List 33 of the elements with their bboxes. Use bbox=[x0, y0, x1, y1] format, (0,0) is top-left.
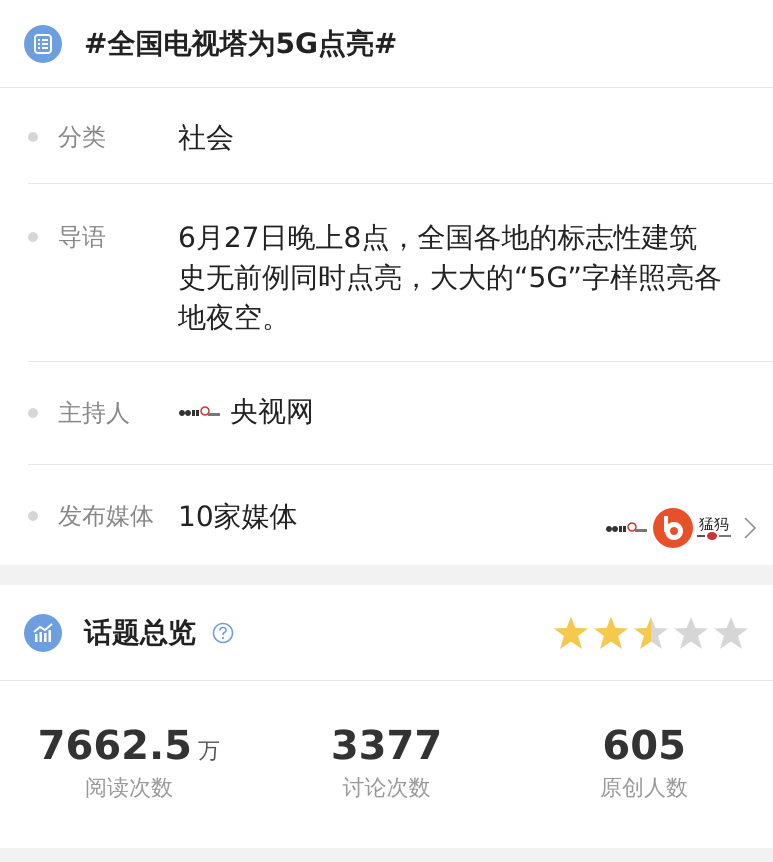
star-icon bbox=[553, 616, 589, 650]
star-icon bbox=[713, 616, 749, 650]
chart-icon bbox=[24, 614, 62, 652]
logo-text: 猛犸 bbox=[699, 516, 729, 532]
help-icon[interactable] bbox=[212, 622, 234, 644]
star-icon bbox=[593, 616, 629, 650]
topic-title: #全国电视塔为5G点亮# bbox=[84, 26, 398, 62]
stat-unit: 万 bbox=[198, 738, 220, 766]
field-label: 导语 bbox=[58, 222, 107, 253]
media-logos[interactable]: 猛犸 bbox=[605, 491, 773, 565]
field-value: 社会 bbox=[178, 120, 234, 156]
section-title: 话题总览 bbox=[84, 614, 196, 650]
field-label: 发布媒体 bbox=[58, 501, 155, 532]
field-value: 央视网 bbox=[230, 394, 314, 430]
chevron-right-icon bbox=[743, 516, 757, 540]
b-logo-icon bbox=[653, 508, 693, 548]
bullet-dot bbox=[28, 132, 38, 142]
stat-label: 阅读次数 bbox=[84, 775, 173, 803]
bullet-dot bbox=[28, 232, 38, 242]
stat-label: 讨论次数 bbox=[342, 775, 430, 803]
bullet-dot bbox=[28, 511, 38, 521]
field-value: 10家媒体 bbox=[178, 499, 298, 535]
field-label: 分类 bbox=[58, 122, 107, 153]
star-icon bbox=[633, 616, 669, 650]
field-value: 6月27日晚上8点，全国各地的标志性建筑史无前例同时点亮，大大的“5G”字样照亮各地夜空。 bbox=[178, 220, 723, 336]
stat-label: 原创人数 bbox=[600, 775, 688, 803]
list-icon bbox=[24, 24, 62, 62]
field-label: 主持人 bbox=[58, 398, 131, 429]
stat-value: 605 bbox=[602, 724, 686, 768]
star-icon bbox=[673, 616, 709, 650]
bullet-dot bbox=[28, 408, 38, 418]
stat-value: 3377 bbox=[330, 724, 442, 768]
stat-value: 7662.5 bbox=[38, 724, 192, 768]
